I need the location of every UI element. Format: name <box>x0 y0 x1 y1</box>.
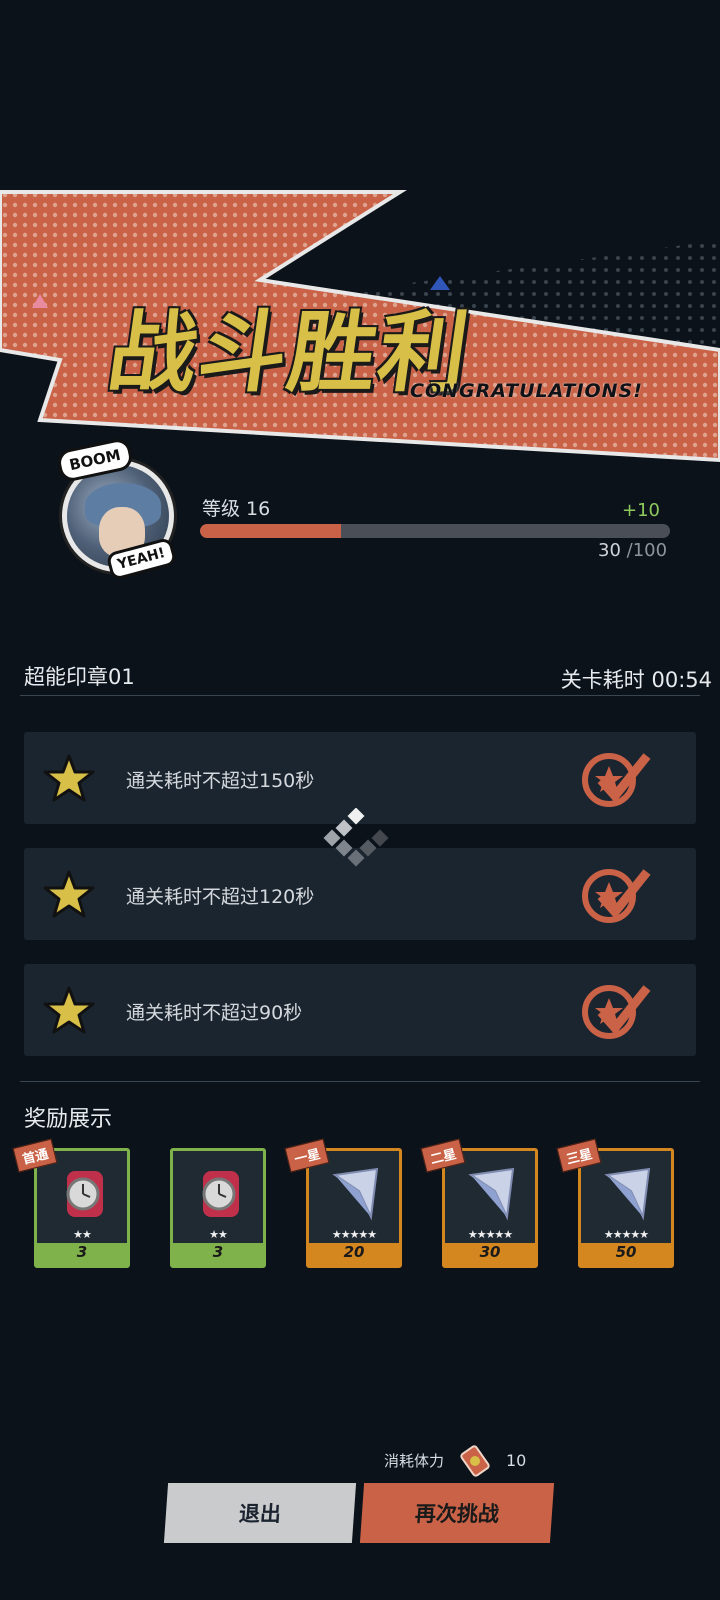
crystal-icon <box>604 1167 651 1221</box>
reward-count: 3 <box>173 1243 263 1265</box>
exit-button[interactable]: 退出 <box>163 1483 357 1543</box>
retry-button[interactable]: 再次挑战 <box>359 1483 555 1543</box>
objective-row: 通关耗时不超过90秒 <box>24 964 696 1056</box>
xp-progress-fill <box>200 524 341 538</box>
reward-count: 3 <box>37 1243 127 1265</box>
reward-rarity: ★★★★★ <box>467 1228 513 1241</box>
objective-text: 通关耗时不超过120秒 <box>126 886 315 908</box>
check-badge-icon <box>582 869 651 923</box>
reward-rarity: ★★★★★ <box>603 1228 649 1241</box>
xp-text: 30 /100 <box>598 540 667 561</box>
watch-icon <box>202 1171 239 1217</box>
xp-current: 30 <box>598 540 621 561</box>
check-badge-icon <box>582 753 651 807</box>
reward-count: 20 <box>309 1243 399 1265</box>
reward-rarity: ★★ <box>209 1228 228 1241</box>
crystal-icon <box>332 1167 379 1221</box>
star-icon <box>43 986 95 1034</box>
rewards-title: 奖励展示 <box>24 1107 113 1132</box>
check-badge-icon <box>582 985 651 1039</box>
stamina-cost-label: 消耗体力 <box>384 1452 445 1470</box>
stage-name: 超能印章01 <box>24 665 135 689</box>
retry-button-label: 再次挑战 <box>414 1502 500 1526</box>
star-icon <box>43 754 95 802</box>
reward-item[interactable]: ★★★★★ 50 三星 <box>556 1138 674 1268</box>
stamina-cost-value: 10 <box>506 1451 527 1470</box>
star-icon <box>43 870 95 918</box>
watch-icon <box>66 1171 103 1217</box>
reward-count: 30 <box>445 1243 535 1265</box>
reward-item[interactable]: ★★★★★ 30 二星 <box>420 1138 538 1268</box>
level-gain: +10 <box>622 500 660 521</box>
exit-button-label: 退出 <box>238 1502 282 1526</box>
reward-rarity: ★★ <box>73 1228 92 1241</box>
stage-time: 关卡耗时 00:54 <box>560 668 712 692</box>
reward-count: 50 <box>581 1243 671 1265</box>
xp-max: /100 <box>626 540 668 561</box>
reward-item[interactable]: ★★★★★ 20 一星 <box>284 1138 402 1268</box>
objective-text: 通关耗时不超过90秒 <box>126 1002 303 1024</box>
level-label: 等级 16 <box>202 498 271 520</box>
xp-progress-bar <box>200 524 670 538</box>
stamina-ticket-icon <box>460 1445 490 1477</box>
crystal-icon <box>468 1167 515 1221</box>
reward-item[interactable]: ★★ 3 <box>170 1148 266 1268</box>
objective-text: 通关耗时不超过150秒 <box>126 770 315 792</box>
victory-subtitle: CONGRATULATIONS! <box>410 380 643 402</box>
reward-item[interactable]: ★★ 3 首通 <box>12 1138 130 1268</box>
divider <box>20 1081 700 1082</box>
reward-rarity: ★★★★★ <box>331 1228 377 1241</box>
loading-spinner-icon <box>323 808 389 867</box>
divider <box>20 695 700 696</box>
